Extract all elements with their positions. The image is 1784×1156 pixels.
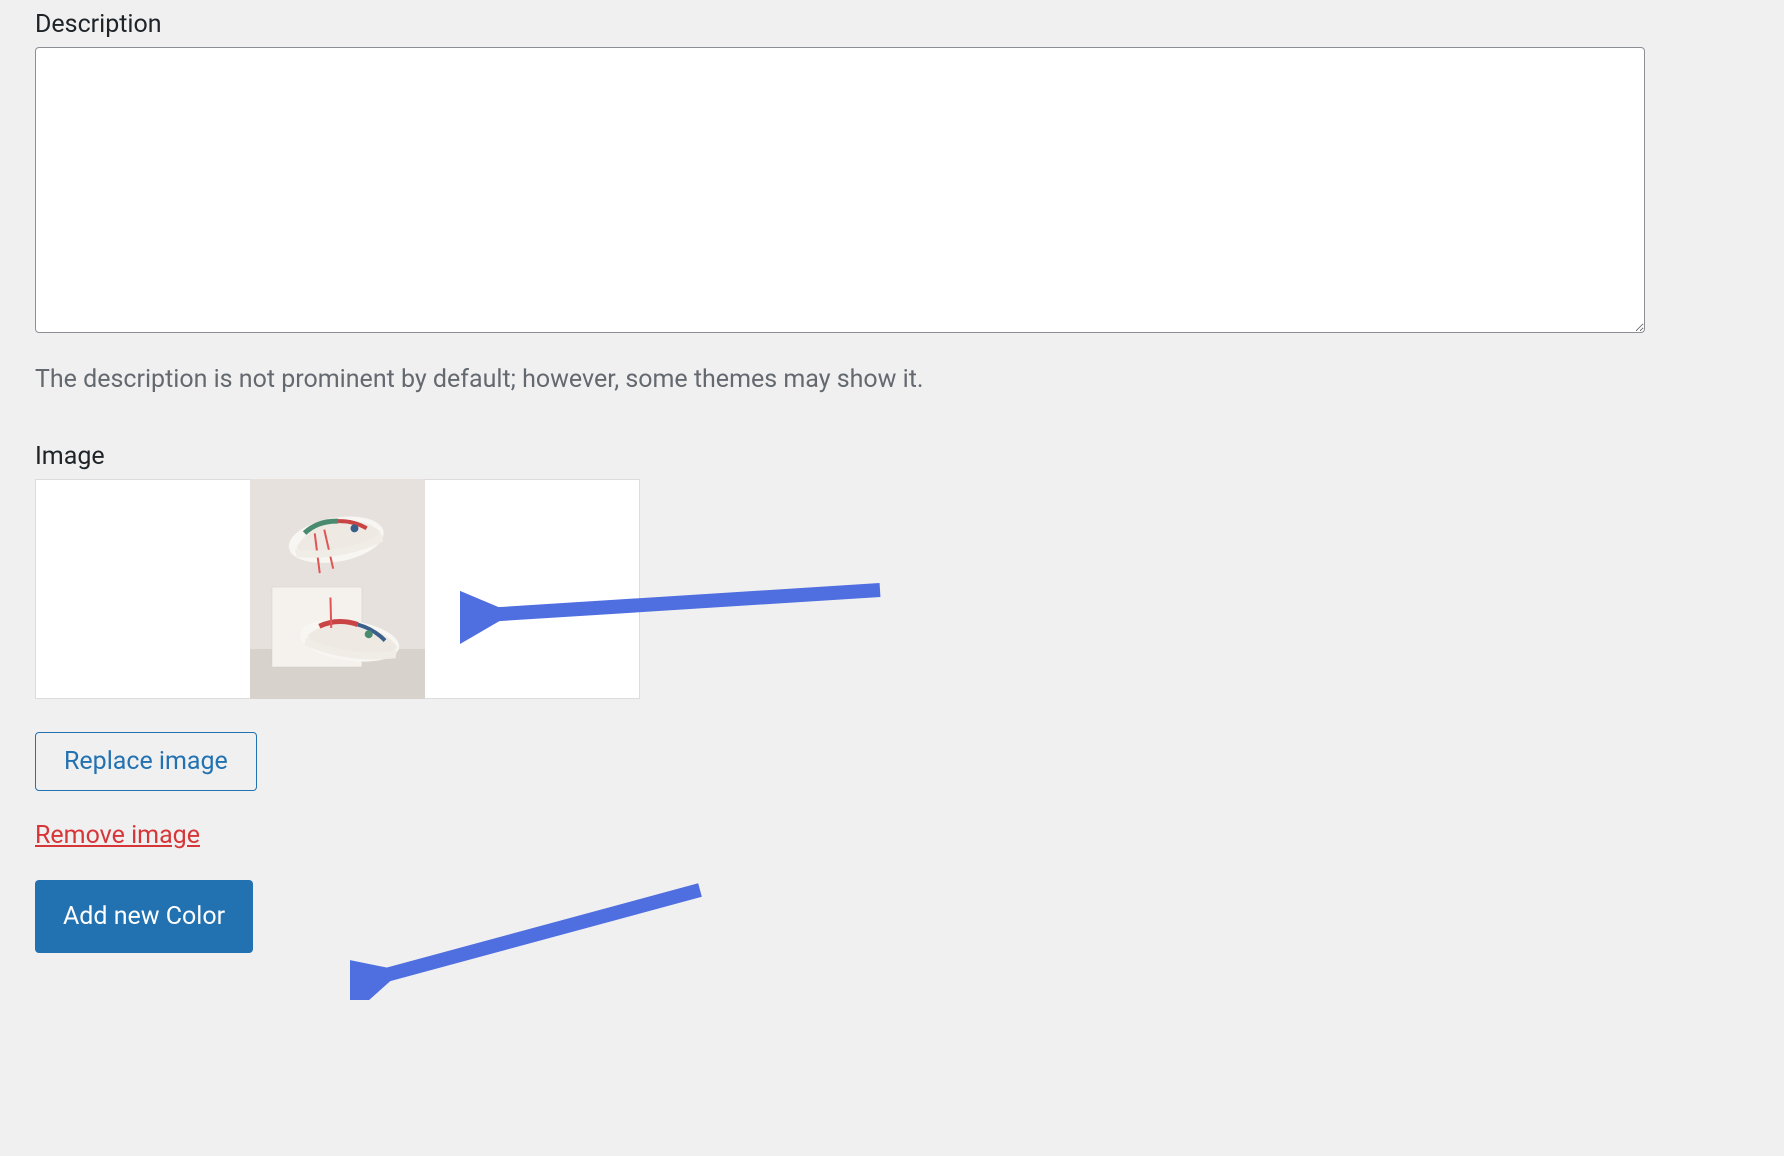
description-textarea[interactable] — [35, 47, 1645, 333]
image-label: Image — [35, 442, 1749, 471]
image-preview-container — [35, 479, 640, 699]
shoe-product-image — [250, 479, 425, 699]
replace-image-button[interactable]: Replace image — [35, 732, 257, 791]
remove-image-link[interactable]: Remove image — [35, 821, 200, 850]
add-new-color-button[interactable]: Add new Color — [35, 880, 253, 953]
description-label: Description — [35, 10, 1749, 39]
description-help-text: The description is not prominent by defa… — [35, 365, 1749, 394]
image-preview-thumbnail[interactable] — [250, 479, 425, 699]
